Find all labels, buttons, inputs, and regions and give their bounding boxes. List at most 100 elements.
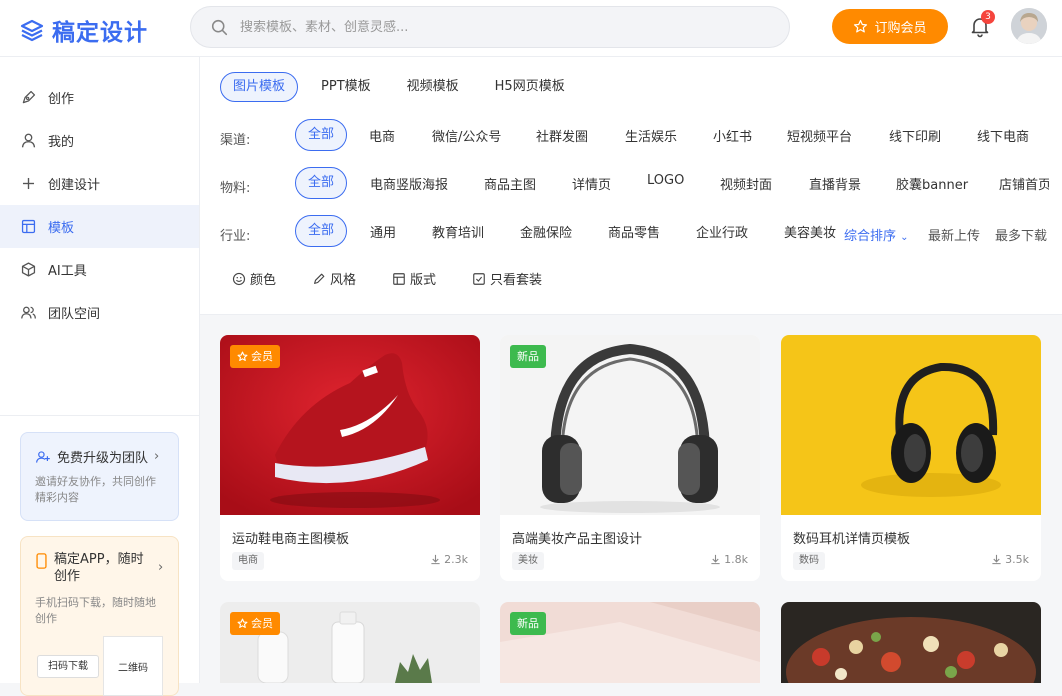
tool-label: 风格 [330,273,357,288]
template-card[interactable]: 新品 高端美妆产品主图设计 美妆 1.8k [500,335,760,581]
template-card[interactable] [781,602,1041,683]
channel-chip[interactable]: 社群发圈 [536,126,588,145]
salad-image [781,602,1041,683]
tool-label: 颜色 [250,273,277,288]
upgrade-team-card[interactable]: 免费升级为团队 › 邀请好友协作，共同创作精彩内容 [20,432,179,521]
download-count: 2.3k [430,553,468,566]
tab-ppt-templates[interactable]: PPT模板 [308,72,384,102]
material-chip[interactable]: 详情页 [572,174,611,193]
chevron-right-icon: › [158,560,164,575]
download-icon [711,554,720,565]
style-filter[interactable]: 风格 [312,269,356,288]
material-chip[interactable]: LOGO [647,173,684,188]
subscribe-vip-button[interactable]: 订购会员 [832,9,948,44]
industry-chip[interactable]: 通用 [370,222,396,241]
app-card-desc: 手机扫码下载，随时随地创作 [35,596,156,625]
industry-chip[interactable]: 教育培训 [432,222,484,241]
plus-icon [22,177,35,190]
badge-label: 会员 [251,617,273,630]
template-title: 数码耳机详情页模板 [793,532,911,547]
industry-chip[interactable]: 美容美妆 [784,222,836,241]
template-thumbnail: 新品 [500,335,760,515]
template-title: 运动鞋电商主图模板 [232,532,350,547]
avatar-image [1011,8,1047,44]
template-card[interactable]: 会员 运动鞋电商主图模板 电商 2.3k [220,335,480,581]
template-thumbnail: 新品 [500,602,760,683]
sidebar-item-label: 创建设计 [48,178,101,193]
layout-icon [393,272,405,285]
sort-most-downloads[interactable]: 最多下载 [995,225,1047,244]
brand-logo[interactable]: 稿定设计 [20,13,148,47]
material-chip[interactable]: 电商竖版海报 [370,174,448,193]
material-chip[interactable]: 视频封面 [720,174,772,193]
download-count: 3.5k [991,553,1029,566]
upgrade-team-title: 免费升级为团队 [57,451,149,466]
download-value: 3.5k [1005,553,1029,566]
material-chip[interactable]: 胶囊banner [896,174,968,193]
material-chip[interactable]: 直播背景 [809,174,861,193]
top-bar: 稿定设计 订购会员 3 [0,0,1062,57]
chevron-right-icon: › [154,449,160,464]
layers-icon [20,19,44,42]
search-input[interactable] [240,19,760,35]
sort-comprehensive[interactable]: 综合排序 ⌄ [844,225,909,244]
cube-icon [21,262,36,277]
material-chip[interactable]: 全部 [295,167,347,199]
new-badge: 新品 [510,612,546,635]
headphones-yellow-image [781,335,1041,515]
channel-chip[interactable]: 微信/公众号 [432,126,501,145]
scan-download-button[interactable]: 扫码下载 [37,655,99,678]
industry-chip[interactable]: 全部 [295,215,347,247]
template-card[interactable]: 新品 [500,602,760,683]
layout-filter[interactable]: 版式 [392,269,436,288]
sidebar-item-new-design[interactable]: 创建设计 [0,162,199,205]
vip-badge: 会员 [230,612,280,635]
brush-icon [314,273,325,284]
template-thumbnail [781,335,1041,515]
industry-chip[interactable]: 商品零售 [608,222,660,241]
material-chip[interactable]: 商品主图 [484,174,536,193]
suite-only-filter[interactable]: 只看套装 [472,269,542,288]
brand-name: 稿定设计 [52,20,148,46]
sidebar-item-ai-tools[interactable]: AI工具 [0,248,199,291]
channel-chip[interactable]: 短视频平台 [787,126,852,145]
template-tag: 数码 [793,552,825,570]
template-thumbnail: 会员 [220,602,480,683]
add-user-icon [36,450,50,463]
tab-h5-templates[interactable]: H5网页模板 [482,72,578,102]
channel-chip[interactable]: 小红书 [713,126,752,145]
tab-image-templates[interactable]: 图片模板 [220,72,299,102]
download-value: 1.8k [724,553,748,566]
sidebar-item-create[interactable]: 创作 [0,76,199,119]
tab-video-templates[interactable]: 视频模板 [394,72,472,102]
user-avatar[interactable] [1011,8,1047,44]
channel-chip[interactable]: 线下电商 [977,126,1029,145]
sort-latest[interactable]: 最新上传 [928,225,980,244]
sidebar-item-mine[interactable]: 我的 [0,119,199,162]
team-icon [21,306,36,319]
pen-icon [22,90,36,104]
channel-chip[interactable]: 全部 [295,119,347,151]
sidebar-item-label: 团队空间 [48,307,101,322]
chevron-down-icon: ⌄ [900,232,909,243]
template-card[interactable]: 会员 [220,602,480,683]
star-icon [237,618,248,629]
download-icon [431,554,440,565]
industry-chip[interactable]: 金融保险 [520,222,572,241]
search-box[interactable] [190,6,790,48]
channel-chip[interactable]: 线下印刷 [889,126,941,145]
template-card[interactable]: 数码耳机详情页模板 数码 3.5k [781,335,1041,581]
vip-label: 订购会员 [874,20,927,35]
industry-chip[interactable]: 企业行政 [696,222,748,241]
material-chip[interactable]: 店铺首页 [999,174,1049,193]
channel-chip[interactable]: 电商 [369,126,395,145]
app-download-card[interactable]: 稿定APP，随时创作 › 手机扫码下载，随时随地创作 扫码下载 二维码 [20,536,179,696]
user-icon [21,133,36,148]
sidebar: 创作 我的 创建设计 模板 AI工具 团队空间 免费升级为团队 › 邀请好友协作… [0,57,200,696]
vip-badge: 会员 [230,345,280,368]
sidebar-item-team-space[interactable]: 团队空间 [0,291,199,334]
color-filter[interactable]: 颜色 [232,269,276,288]
channel-chip[interactable]: 生活娱乐 [625,126,677,145]
channel-label: 渠道: [220,133,251,148]
sidebar-item-templates[interactable]: 模板 [0,205,199,248]
